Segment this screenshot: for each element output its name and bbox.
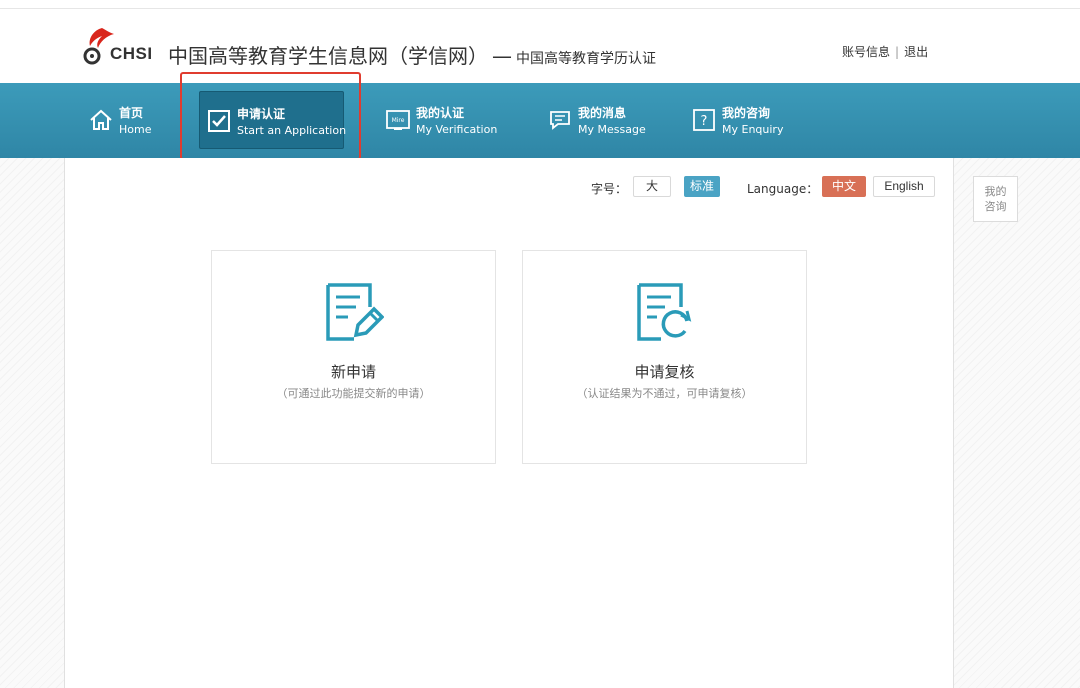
nav-message-en: My Message bbox=[578, 123, 646, 136]
account-links: 账号信息 | 退出 bbox=[842, 43, 928, 60]
nav-item-my-verification[interactable]: Mire 我的认证 My Verification bbox=[386, 91, 501, 149]
new-application-card[interactable]: 新申请 （可通过此功能提交新的申请） bbox=[211, 250, 496, 464]
review-application-title: 申请复核 bbox=[634, 363, 695, 381]
nav-enquiry-en: My Enquiry bbox=[722, 123, 784, 136]
site-title: 中国高等教育学生信息网（学信网） — 中国高等教育学历认证 bbox=[168, 40, 656, 69]
main-nav: 首页 Home 申请认证 Start an Application Mire 我… bbox=[0, 83, 1080, 158]
refresh-document-icon bbox=[637, 283, 692, 341]
review-application-card[interactable]: 申请复核 （认证结果为不通过，可申请复核） bbox=[522, 250, 807, 464]
logout-link[interactable]: 退出 bbox=[904, 45, 928, 59]
question-icon: ? bbox=[693, 109, 715, 131]
lang-zh-button[interactable]: 中文 bbox=[822, 176, 866, 197]
font-standard-button[interactable]: 标准 bbox=[684, 176, 720, 197]
svg-text:Mire: Mire bbox=[392, 117, 405, 124]
message-icon bbox=[550, 111, 570, 130]
nav-verification-en: My Verification bbox=[416, 123, 498, 136]
language-label: Language： bbox=[747, 182, 819, 196]
new-application-title: 新申请 bbox=[330, 363, 376, 381]
nav-item-my-message[interactable]: 我的消息 My Message bbox=[548, 91, 653, 149]
edit-document-icon bbox=[326, 283, 384, 341]
link-divider: | bbox=[895, 45, 900, 59]
left-background-pattern bbox=[0, 158, 64, 688]
font-large-button[interactable]: 大 bbox=[633, 176, 671, 197]
side-enquiry-button[interactable]: 我的 咨询 bbox=[973, 176, 1018, 222]
site-title-main: 中国高等教育学生信息网（学信网） bbox=[168, 44, 488, 68]
lang-en-button[interactable]: English bbox=[873, 176, 935, 197]
nav-verification-zh: 我的认证 bbox=[416, 106, 465, 120]
nav-enquiry-zh: 我的咨询 bbox=[722, 106, 771, 120]
title-separator: — bbox=[492, 44, 512, 68]
logo-text: CHSI bbox=[110, 44, 153, 63]
nav-item-home[interactable]: 首页 Home bbox=[89, 91, 169, 149]
nav-home-zh: 首页 bbox=[119, 106, 144, 120]
nav-item-my-enquiry[interactable]: ? 我的咨询 My Enquiry bbox=[692, 91, 792, 149]
review-application-desc: （认证结果为不通过，可申请复核） bbox=[576, 387, 753, 400]
font-size-label: 字号： bbox=[591, 182, 628, 196]
new-application-desc: （可通过此功能提交新的申请） bbox=[276, 387, 431, 400]
site-subtitle: 中国高等教育学历认证 bbox=[516, 51, 656, 67]
home-icon bbox=[90, 109, 112, 130]
highlight-annotation bbox=[180, 72, 361, 160]
top-border bbox=[0, 0, 1080, 9]
side-enquiry-line1: 我的 bbox=[984, 185, 1007, 198]
right-background-pattern bbox=[954, 158, 1080, 688]
svg-text:?: ? bbox=[701, 114, 708, 129]
certificate-icon: Mire bbox=[386, 110, 410, 130]
site-header: CHSI 中国高等教育学生信息网（学信网） — 中国高等教育学历认证 账号信息 | 退出 bbox=[0, 10, 1080, 83]
main-content bbox=[64, 158, 954, 688]
chsi-logo[interactable]: CHSI bbox=[80, 24, 156, 66]
side-enquiry-line2: 咨询 bbox=[984, 200, 1007, 213]
account-info-link[interactable]: 账号信息 bbox=[842, 45, 890, 59]
nav-message-zh: 我的消息 bbox=[578, 106, 627, 120]
nav-home-en: Home bbox=[119, 123, 152, 136]
